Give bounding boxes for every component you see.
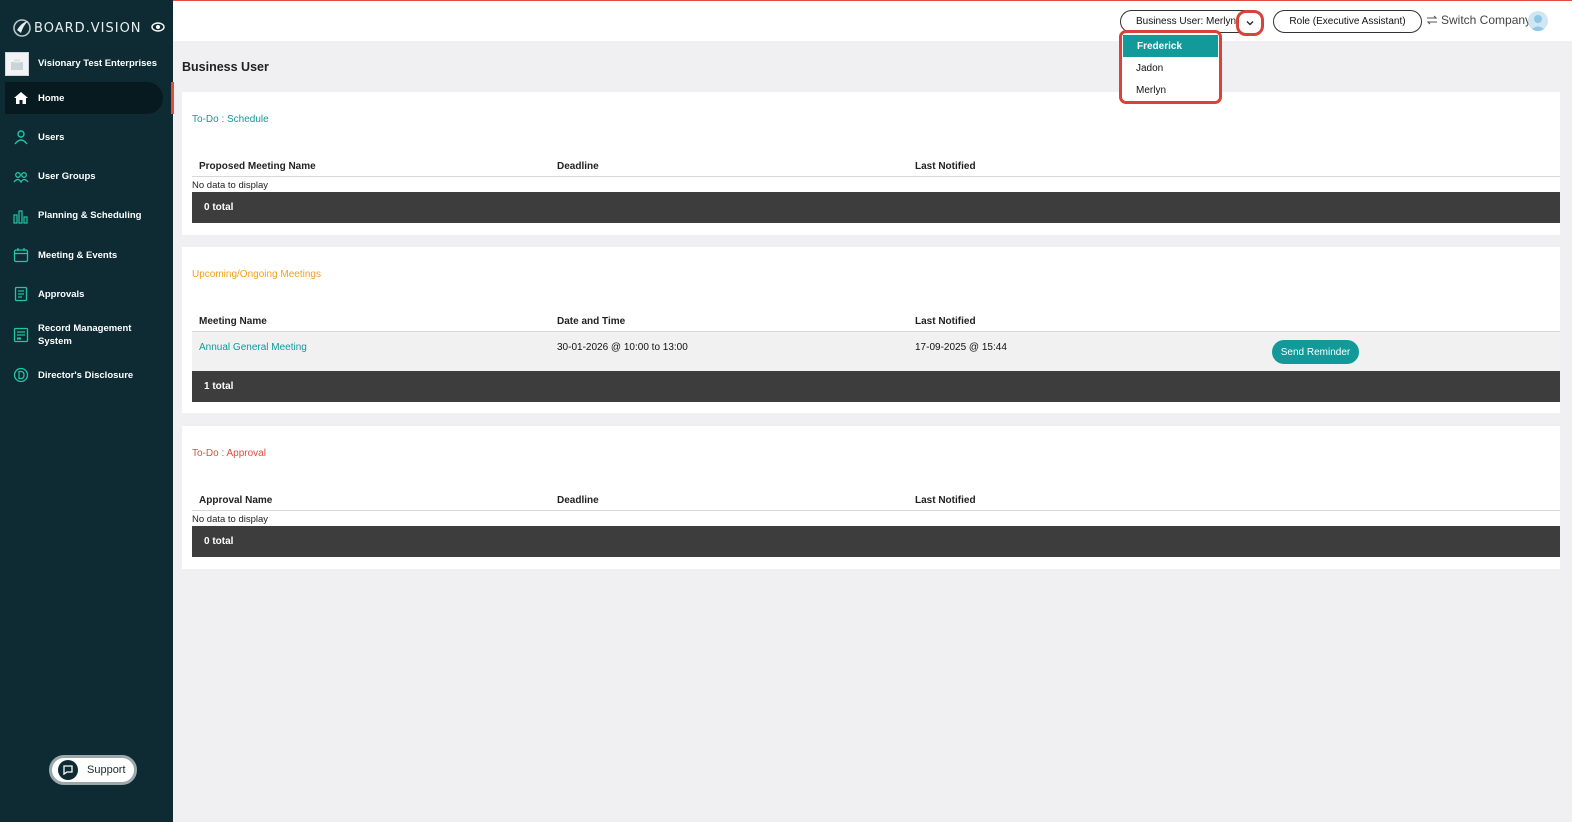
column-header[interactable]: Date and Time xyxy=(557,316,625,327)
sidebar-item-directors-disclosure[interactable]: Director's Disclosure xyxy=(0,359,173,391)
sidebar: BOARD.VISION Visionary Test Enterprises … xyxy=(0,0,174,822)
column-header[interactable]: Approval Name xyxy=(199,495,272,506)
sidebar-item-label: Meeting & Events xyxy=(38,249,118,261)
avatar[interactable] xyxy=(1528,11,1548,31)
approval-title: To-Do : Approval xyxy=(192,448,266,459)
role-button[interactable]: Role (Executive Assistant) xyxy=(1273,10,1422,33)
column-header[interactable]: Proposed Meeting Name xyxy=(199,161,316,172)
column-header[interactable]: Deadline xyxy=(557,495,599,506)
meeting-datetime: 30-01-2026 @ 10:00 to 13:00 xyxy=(557,342,688,353)
dropdown-option-jadon[interactable]: Jadon xyxy=(1122,57,1219,79)
column-header[interactable]: Deadline xyxy=(557,161,599,172)
sidebar-item-user-groups[interactable]: User Groups xyxy=(0,161,173,193)
schedule-title: To-Do : Schedule xyxy=(192,114,269,125)
sidebar-item-label: Users xyxy=(38,131,65,143)
user-group-icon xyxy=(13,171,29,183)
company-logo xyxy=(5,51,29,76)
business-user-dropdown: Frederick Jadon Merlyn xyxy=(1119,30,1222,104)
sidebar-item-label: Home xyxy=(38,92,65,104)
swap-icon xyxy=(1426,15,1438,25)
calendar-icon xyxy=(13,248,29,263)
column-header[interactable]: Last Notified xyxy=(915,495,976,506)
meeting-last-notified: 17-09-2025 @ 15:44 xyxy=(915,342,1007,353)
dropdown-option-frederick[interactable]: Frederick xyxy=(1123,35,1218,57)
user-icon xyxy=(14,130,28,145)
company-selector[interactable]: Visionary Test Enterprises xyxy=(5,50,170,77)
column-header[interactable]: Last Notified xyxy=(915,161,976,172)
chevron-down-icon xyxy=(1246,21,1254,26)
schedule-total: 0 total xyxy=(192,192,1560,223)
company-logo-icon xyxy=(11,58,23,70)
sidebar-nav: Home Users User Groups Planning & Schedu… xyxy=(0,82,174,398)
sidebar-item-home[interactable]: Home xyxy=(5,82,174,114)
business-user-label: Business User: Merlyn xyxy=(1136,16,1237,27)
approval-total: 0 total xyxy=(192,526,1560,557)
chat-icon xyxy=(58,760,78,780)
approval-card: To-Do : Approval Approval Name Deadline … xyxy=(182,426,1560,569)
sidebar-item-label: Director's Disclosure xyxy=(38,369,134,381)
support-label: Support xyxy=(87,764,126,776)
bar-chart-icon xyxy=(13,210,28,224)
sidebar-item-label: Approvals xyxy=(38,288,85,300)
board-vision-logo-icon xyxy=(13,19,31,37)
approval-table-header: Approval Name Deadline Last Notified xyxy=(192,481,1560,511)
sidebar-item-label: Planning & Scheduling xyxy=(38,210,142,222)
sidebar-item-label: Record Management System xyxy=(38,322,132,347)
document-icon xyxy=(14,287,28,302)
switch-company-label: Switch Company xyxy=(1441,13,1532,27)
meetings-total: 1 total xyxy=(192,371,1560,402)
send-reminder-button[interactable]: Send Reminder xyxy=(1272,340,1359,364)
table-row: Annual General Meeting 30-01-2026 @ 10:0… xyxy=(192,332,1560,372)
column-header[interactable]: Meeting Name xyxy=(199,316,267,327)
home-icon xyxy=(14,92,28,104)
schedule-card: To-Do : Schedule Proposed Meeting Name D… xyxy=(182,92,1560,235)
role-label: Role (Executive Assistant) xyxy=(1289,16,1406,27)
dropdown-option-merlyn[interactable]: Merlyn xyxy=(1122,79,1219,101)
sidebar-item-meeting-events[interactable]: Meeting & Events xyxy=(0,239,173,271)
brand[interactable]: BOARD.VISION xyxy=(12,18,142,38)
switch-company-link[interactable]: Switch Company xyxy=(1426,13,1531,27)
sidebar-item-approvals[interactable]: Approvals xyxy=(0,278,173,310)
eye-icon[interactable] xyxy=(151,21,165,33)
sidebar-item-record-management[interactable]: Record Management System xyxy=(0,318,173,352)
sidebar-item-users[interactable]: Users xyxy=(0,121,173,153)
schedule-table-header: Proposed Meeting Name Deadline Last Noti… xyxy=(192,147,1560,177)
meeting-name-link[interactable]: Annual General Meeting xyxy=(199,342,307,353)
meetings-card: Upcoming/Ongoing Meetings Meeting Name D… xyxy=(182,247,1560,413)
meetings-title: Upcoming/Ongoing Meetings xyxy=(192,269,321,280)
topbar: Business User: Merlyn Role (Executive As… xyxy=(173,0,1572,41)
meetings-table-header: Meeting Name Date and Time Last Notified xyxy=(192,302,1560,332)
user-avatar-icon xyxy=(1530,15,1546,31)
business-user-dropdown-toggle[interactable] xyxy=(1236,10,1264,36)
company-name: Visionary Test Enterprises xyxy=(38,58,157,69)
empty-message: No data to display xyxy=(192,180,269,191)
records-icon xyxy=(13,327,29,342)
brand-name: BOARD.VISION xyxy=(34,20,142,36)
sidebar-item-planning-scheduling[interactable]: Planning & Scheduling xyxy=(0,200,173,232)
support-button[interactable]: Support xyxy=(49,755,137,785)
empty-message: No data to display xyxy=(192,514,269,525)
disclosure-icon xyxy=(13,367,29,383)
column-header[interactable]: Last Notified xyxy=(915,316,976,327)
page-title: Business User xyxy=(182,60,269,74)
sidebar-item-label: User Groups xyxy=(38,171,96,183)
